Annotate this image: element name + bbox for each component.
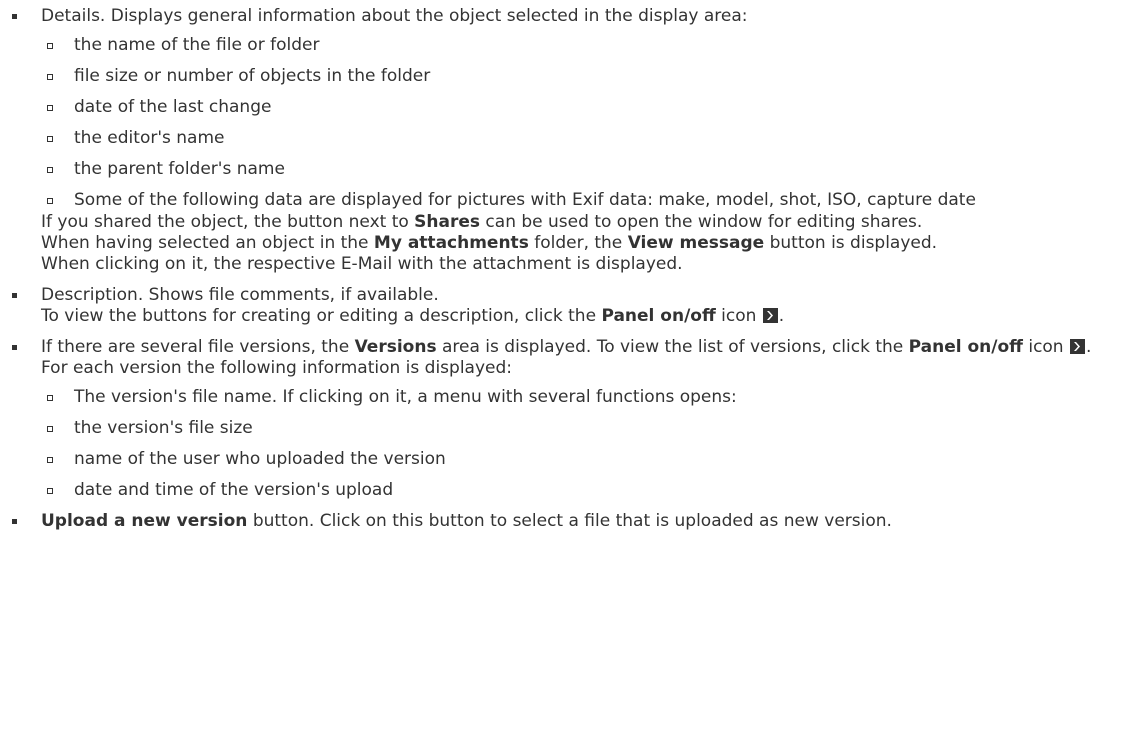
main-list: Details. Displays general information ab… [8, 6, 1132, 532]
panel-toggle-icon [1070, 338, 1085, 354]
list-item: the name of the file or folder [41, 35, 1132, 56]
desc-line2-post: icon [715, 305, 757, 326]
shares-paragraph: If you shared the object, the button nex… [41, 212, 1132, 233]
list-item: the editor's name [41, 128, 1132, 149]
desc-line2-pre: To view the buttons for creating or edit… [41, 305, 602, 326]
list-item-details: Details. Displays general information ab… [8, 6, 1132, 275]
versions-text-mid: area is displayed. To view the list of v… [436, 336, 909, 357]
list-item: file size or number of objects in the fo… [41, 66, 1132, 87]
attach-text-post: button is displayed. [764, 232, 938, 253]
details-sublist: the name of the file or folder file size… [41, 35, 1132, 211]
upload-new-version-bold: Upload a new version [41, 511, 248, 532]
description-line2: To view the buttons for creating or edit… [41, 306, 1132, 327]
versions-bold: Versions [354, 336, 437, 357]
versions-text-pre: If there are several file versions, the [41, 336, 355, 357]
versions-intro: If there are several file versions, the … [41, 337, 1132, 358]
view-message-bold: View message [627, 232, 765, 253]
details-intro: Details. Displays general information ab… [41, 6, 748, 26]
desc-line2-end: . [778, 305, 785, 326]
attach-text-pre: When having selected an object in the [41, 232, 374, 253]
versions-text-post: icon [1022, 336, 1064, 357]
list-item: the version's file size [41, 418, 1132, 439]
shares-text-pre: If you shared the object, the button nex… [41, 211, 415, 232]
upload-text-post: button. Click on this button to select a… [247, 511, 892, 532]
list-item: the parent folder's name [41, 159, 1132, 180]
upload-paragraph: Upload a new version button. Click on th… [41, 511, 1132, 532]
list-item: date and time of the version's upload [41, 480, 1132, 501]
shares-text-post: can be used to open the window for editi… [480, 211, 923, 232]
versions-sublist: The version's file name. If clicking on … [41, 387, 1132, 501]
attach-line2: When clicking on it, the respective E-Ma… [41, 253, 683, 274]
versions-text-end: . [1086, 336, 1092, 357]
document: Details. Displays general information ab… [0, 0, 1148, 532]
attachments-paragraph: When having selected an object in the My… [41, 233, 1132, 275]
shares-bold: Shares [414, 211, 481, 232]
description-intro: Description. Shows file comments, if ava… [41, 284, 439, 305]
list-item-versions: If there are several file versions, the … [8, 337, 1132, 501]
list-item: date of the last change [41, 97, 1132, 118]
my-attachments-bold: My attachments [373, 232, 529, 253]
list-item: name of the user who uploaded the versio… [41, 449, 1132, 470]
list-item-upload: Upload a new version button. Click on th… [8, 511, 1132, 532]
panel-toggle-icon [762, 307, 778, 323]
panel-onoff-bold: Panel on/off [908, 336, 1023, 357]
list-item-description: Description. Shows file comments, if ava… [8, 285, 1132, 327]
list-item: Some of the following data are displayed… [41, 190, 1132, 211]
list-item: The version's file name. If clicking on … [41, 387, 1132, 408]
versions-line2: For each version the following informati… [41, 358, 513, 379]
panel-onoff-bold: Panel on/off [601, 305, 716, 326]
attach-text-mid: folder, the [528, 232, 628, 253]
